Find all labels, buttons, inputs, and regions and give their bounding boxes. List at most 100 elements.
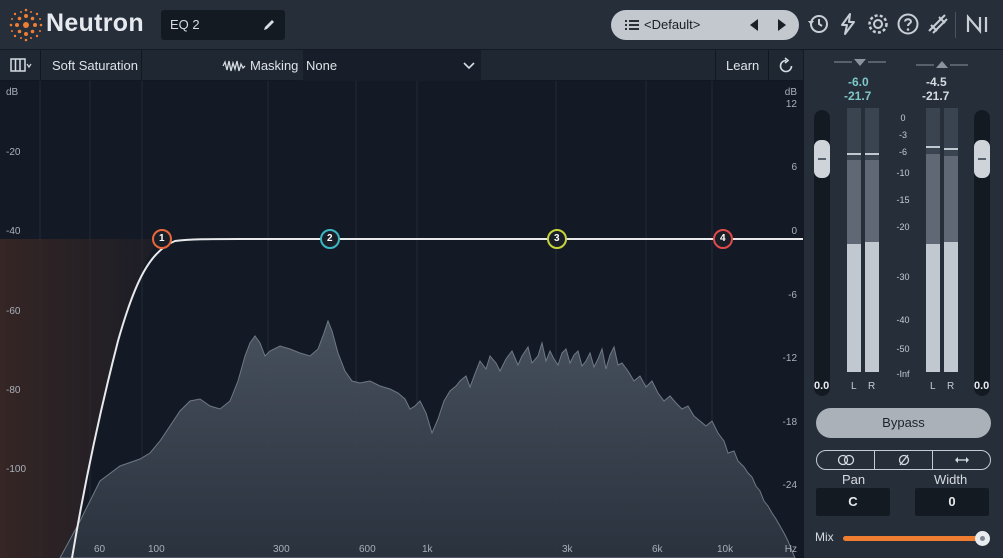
meter-scale-label: -40 xyxy=(896,315,910,325)
meter-scale-label: -10 xyxy=(896,168,910,178)
stereo-link-button[interactable] xyxy=(817,451,875,469)
input-meter-right-peak xyxy=(865,160,879,242)
frequency-label: 10k xyxy=(717,544,734,555)
preset-selector[interactable]: <Default> xyxy=(611,10,799,40)
bypass-button[interactable]: Bypass xyxy=(816,408,991,438)
input-meter-left xyxy=(847,108,861,372)
meter-panel: -6.0 -21.7 -4.5 -21.7 0 -3 -6 -10 -15 -2… xyxy=(803,50,1003,558)
module-name-field[interactable]: EQ 2 xyxy=(161,10,285,40)
lightning-icon[interactable] xyxy=(836,12,860,36)
frequency-label: 1k xyxy=(422,544,433,555)
meter-scale-label: -30 xyxy=(896,272,910,282)
input-gain-fader-handle[interactable] xyxy=(814,140,830,178)
chevron-down-icon xyxy=(463,62,475,70)
meter-scale-label: -3 xyxy=(898,130,907,140)
frequency-label: 600 xyxy=(359,544,376,555)
output-gain-value[interactable]: 0.0 xyxy=(974,380,989,392)
right-scale-label: -12 xyxy=(782,353,797,364)
mix-label: Mix xyxy=(815,530,834,544)
gear-icon[interactable] xyxy=(866,12,890,36)
preset-list-icon[interactable] xyxy=(625,19,639,31)
output-meter-right-fill xyxy=(944,242,958,372)
output-meter-collapse-icon[interactable] xyxy=(916,59,968,69)
next-preset-icon[interactable] xyxy=(775,18,789,32)
output-meter-right xyxy=(944,108,958,372)
input-rms-value: -21.7 xyxy=(844,89,872,103)
input-left-channel-label: L xyxy=(851,381,857,392)
right-scale-label: -6 xyxy=(788,290,797,301)
output-meter-right-hold xyxy=(944,148,958,150)
output-right-channel-label: R xyxy=(947,381,955,392)
right-scale-label: 6 xyxy=(791,162,797,173)
module-name-text: EQ 2 xyxy=(170,17,200,32)
toolbar-divider xyxy=(40,50,41,81)
soft-saturation-mode-button[interactable]: Soft Saturation xyxy=(52,50,138,81)
frequency-label: 60 xyxy=(94,544,106,555)
output-gain-fader[interactable] xyxy=(974,110,990,396)
output-peak-value: -4.5 xyxy=(926,75,947,89)
toolbar-divider xyxy=(768,50,769,81)
mix-slider[interactable] xyxy=(843,536,987,541)
input-meter-left-peak xyxy=(847,160,861,244)
right-scale-label: 12 xyxy=(785,99,797,110)
width-label: Width xyxy=(934,472,968,487)
frequency-label: 3k xyxy=(562,544,573,555)
stereo-link-icon xyxy=(837,454,854,466)
frequency-label: 300 xyxy=(273,544,290,555)
width-value-field[interactable]: 0 xyxy=(915,488,989,516)
hz-unit-label: Hz xyxy=(784,544,797,555)
izotope-connect-icon[interactable] xyxy=(926,12,950,36)
toolbar-divider xyxy=(141,50,142,81)
output-left-channel-label: L xyxy=(930,381,936,392)
input-meter-left-hold xyxy=(847,153,861,155)
meter-scale-label: -50 xyxy=(896,344,910,354)
masking-source-dropdown[interactable]: None xyxy=(303,50,481,81)
phase-invert-button[interactable] xyxy=(875,451,933,469)
right-scale-label: -24 xyxy=(782,480,797,491)
input-meter-right xyxy=(865,108,879,372)
eq-node-2-label: 2 xyxy=(327,233,333,244)
eq-display[interactable]: 1 2 3 4 dB -20 -40 -60 -80 -100 dB 12 6 … xyxy=(0,81,803,558)
eq-node-4-label: 4 xyxy=(720,233,726,244)
view-columns-icon[interactable] xyxy=(10,58,32,72)
left-db-unit-label: dB xyxy=(6,87,19,98)
right-scale-label: 0 xyxy=(791,226,797,237)
eq-graph[interactable] xyxy=(0,81,803,558)
meter-scale-label: 0 xyxy=(900,113,906,123)
masking-label[interactable]: Masking xyxy=(250,50,298,81)
top-divider xyxy=(955,12,956,38)
output-rms-value: -21.7 xyxy=(922,89,950,103)
mix-slider-handle[interactable] xyxy=(975,531,990,546)
pencil-icon[interactable] xyxy=(262,18,276,32)
preset-name: <Default> xyxy=(644,17,701,32)
native-instruments-logo-icon xyxy=(966,14,988,34)
input-gain-value[interactable]: 0.0 xyxy=(814,380,829,392)
masking-waveform-icon[interactable] xyxy=(222,59,246,73)
previous-preset-icon[interactable] xyxy=(747,18,761,32)
right-db-unit-label: dB xyxy=(784,87,797,98)
pan-label: Pan xyxy=(842,472,866,487)
eq-node-1-label: 1 xyxy=(159,233,165,244)
left-scale-label: -20 xyxy=(6,147,21,158)
reset-refresh-icon[interactable] xyxy=(777,57,795,75)
pan-value-field[interactable]: C xyxy=(816,488,890,516)
input-gain-fader[interactable] xyxy=(814,110,830,396)
output-meter-right-peak xyxy=(944,156,958,242)
left-scale-label: -100 xyxy=(6,464,27,475)
learn-button[interactable]: Learn xyxy=(726,50,759,81)
history-icon[interactable] xyxy=(806,12,830,36)
input-meter-left-fill xyxy=(847,244,861,372)
help-icon[interactable] xyxy=(896,12,920,36)
neutron-plugin-window: Neutron EQ 2 <Default> Soft Saturation M… xyxy=(0,0,1003,558)
output-meter-left-peak xyxy=(926,154,940,244)
left-scale-label: -80 xyxy=(6,385,21,396)
masking-source-value: None xyxy=(306,58,338,73)
output-gain-fader-handle[interactable] xyxy=(974,140,990,178)
meter-scale-label: -20 xyxy=(896,222,910,232)
spectrum-analyzer xyxy=(59,319,796,558)
input-meter-collapse-icon[interactable] xyxy=(834,59,886,69)
swap-channels-button[interactable] xyxy=(933,451,990,469)
app-name: Neutron xyxy=(46,9,144,37)
input-peak-value: -6.0 xyxy=(848,75,869,89)
top-bar: Neutron EQ 2 <Default> xyxy=(0,0,1003,50)
